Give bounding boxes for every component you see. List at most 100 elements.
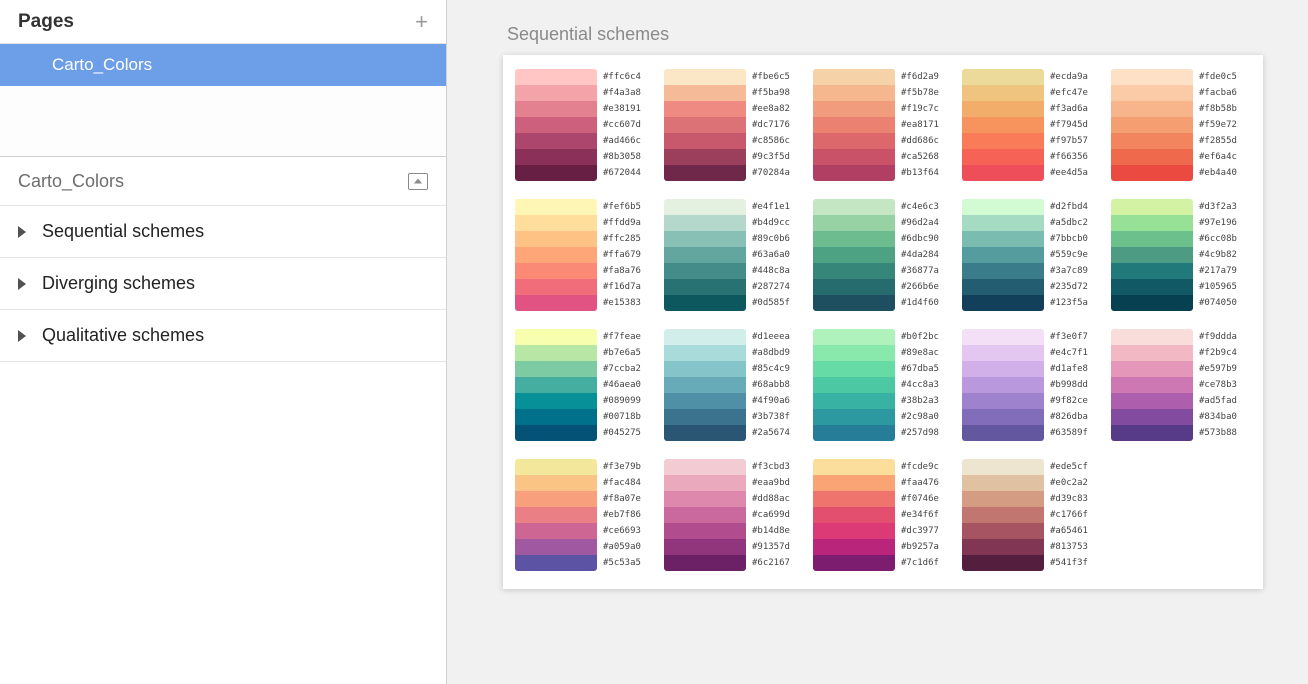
swatch[interactable] bbox=[962, 165, 1044, 181]
swatch[interactable] bbox=[813, 117, 895, 133]
swatch[interactable] bbox=[664, 475, 746, 491]
swatch[interactable] bbox=[813, 199, 895, 215]
swatch[interactable] bbox=[515, 361, 597, 377]
color-scheme[interactable]: #ecda9a#efc47e#f3ad6a#f7945d#f97b57#f663… bbox=[962, 69, 1097, 181]
swatch[interactable] bbox=[813, 231, 895, 247]
swatch[interactable] bbox=[515, 475, 597, 491]
swatch[interactable] bbox=[1111, 149, 1193, 165]
swatch[interactable] bbox=[962, 491, 1044, 507]
swatch[interactable] bbox=[962, 409, 1044, 425]
swatch[interactable] bbox=[813, 409, 895, 425]
swatch[interactable] bbox=[1111, 117, 1193, 133]
swatch[interactable] bbox=[962, 459, 1044, 475]
swatch[interactable] bbox=[664, 149, 746, 165]
swatch[interactable] bbox=[515, 263, 597, 279]
swatch[interactable] bbox=[813, 491, 895, 507]
swatch[interactable] bbox=[813, 459, 895, 475]
swatch[interactable] bbox=[664, 279, 746, 295]
swatch[interactable] bbox=[664, 247, 746, 263]
color-scheme[interactable]: #fde0c5#facba6#f8b58b#f59e72#f2855d#ef6a… bbox=[1111, 69, 1246, 181]
color-scheme[interactable]: #f3e0f7#e4c7f1#d1afe8#b998dd#9f82ce#826d… bbox=[962, 329, 1097, 441]
swatch[interactable] bbox=[515, 199, 597, 215]
color-scheme[interactable]: #ffc6c4#f4a3a8#e38191#cc607d#ad466c#8b30… bbox=[515, 69, 650, 181]
swatch[interactable] bbox=[1111, 247, 1193, 263]
color-scheme[interactable]: #f6d2a9#f5b78e#f19c7c#ea8171#dd686c#ca52… bbox=[813, 69, 948, 181]
layer-row-diverging[interactable]: Diverging schemes bbox=[0, 258, 446, 310]
color-scheme[interactable]: #e4f1e1#b4d9cc#89c0b6#63a6a0#448c8a#2872… bbox=[664, 199, 799, 311]
swatch[interactable] bbox=[515, 215, 597, 231]
swatch[interactable] bbox=[813, 345, 895, 361]
swatch[interactable] bbox=[962, 425, 1044, 441]
swatch[interactable] bbox=[664, 199, 746, 215]
swatch[interactable] bbox=[813, 361, 895, 377]
swatch[interactable] bbox=[515, 117, 597, 133]
swatch[interactable] bbox=[664, 539, 746, 555]
swatch[interactable] bbox=[515, 523, 597, 539]
color-scheme[interactable]: #f7feae#b7e6a5#7ccba2#46aea0#089099#0071… bbox=[515, 329, 650, 441]
swatch[interactable] bbox=[1111, 279, 1193, 295]
swatch[interactable] bbox=[515, 165, 597, 181]
swatch[interactable] bbox=[813, 295, 895, 311]
swatch[interactable] bbox=[1111, 85, 1193, 101]
color-scheme[interactable]: #ede5cf#e0c2a2#d39c83#c1766f#a65461#8137… bbox=[962, 459, 1097, 571]
swatch[interactable] bbox=[813, 539, 895, 555]
color-scheme[interactable]: #fcde9c#faa476#f0746e#e34f6f#dc3977#b925… bbox=[813, 459, 948, 571]
swatch[interactable] bbox=[962, 507, 1044, 523]
swatch[interactable] bbox=[1111, 425, 1193, 441]
swatch[interactable] bbox=[962, 475, 1044, 491]
swatch[interactable] bbox=[515, 69, 597, 85]
color-scheme[interactable]: #d2fbd4#a5dbc2#7bbcb0#559c9e#3a7c89#235d… bbox=[962, 199, 1097, 311]
swatch[interactable] bbox=[1111, 263, 1193, 279]
swatch[interactable] bbox=[962, 555, 1044, 571]
swatch[interactable] bbox=[664, 393, 746, 409]
color-scheme[interactable]: #f3cbd3#eaa9bd#dd88ac#ca699d#b14d8e#9135… bbox=[664, 459, 799, 571]
swatch[interactable] bbox=[813, 329, 895, 345]
swatch[interactable] bbox=[962, 85, 1044, 101]
swatch[interactable] bbox=[664, 555, 746, 571]
swatch[interactable] bbox=[664, 215, 746, 231]
swatch[interactable] bbox=[813, 149, 895, 165]
swatch[interactable] bbox=[1111, 409, 1193, 425]
swatch[interactable] bbox=[515, 295, 597, 311]
swatch[interactable] bbox=[515, 539, 597, 555]
swatch[interactable] bbox=[813, 393, 895, 409]
swatch[interactable] bbox=[962, 361, 1044, 377]
swatch[interactable] bbox=[962, 247, 1044, 263]
color-scheme[interactable]: #b0f2bc#89e8ac#67dba5#4cc8a3#38b2a3#2c98… bbox=[813, 329, 948, 441]
swatch[interactable] bbox=[962, 215, 1044, 231]
canvas[interactable]: Sequential schemes #ffc6c4#f4a3a8#e38191… bbox=[447, 0, 1308, 684]
swatch[interactable] bbox=[664, 345, 746, 361]
swatch[interactable] bbox=[962, 231, 1044, 247]
swatch[interactable] bbox=[515, 247, 597, 263]
swatch[interactable] bbox=[813, 425, 895, 441]
swatch[interactable] bbox=[1111, 295, 1193, 311]
swatch[interactable] bbox=[515, 409, 597, 425]
swatch[interactable] bbox=[515, 555, 597, 571]
collapse-artboard-icon[interactable] bbox=[408, 173, 428, 190]
swatch[interactable] bbox=[515, 507, 597, 523]
page-item-carto-colors[interactable]: Carto_Colors bbox=[0, 44, 446, 86]
swatch[interactable] bbox=[664, 101, 746, 117]
swatch[interactable] bbox=[962, 345, 1044, 361]
swatch[interactable] bbox=[813, 263, 895, 279]
swatch[interactable] bbox=[664, 329, 746, 345]
swatch[interactable] bbox=[813, 69, 895, 85]
swatch[interactable] bbox=[1111, 165, 1193, 181]
swatch[interactable] bbox=[1111, 345, 1193, 361]
swatch[interactable] bbox=[1111, 361, 1193, 377]
swatch[interactable] bbox=[1111, 101, 1193, 117]
artboard-sequential-schemes[interactable]: #ffc6c4#f4a3a8#e38191#cc607d#ad466c#8b30… bbox=[503, 55, 1263, 589]
swatch[interactable] bbox=[962, 377, 1044, 393]
swatch[interactable] bbox=[962, 393, 1044, 409]
swatch[interactable] bbox=[515, 329, 597, 345]
swatch[interactable] bbox=[962, 263, 1044, 279]
swatch[interactable] bbox=[962, 133, 1044, 149]
swatch[interactable] bbox=[962, 69, 1044, 85]
swatch[interactable] bbox=[515, 425, 597, 441]
swatch[interactable] bbox=[664, 523, 746, 539]
color-scheme[interactable]: #fef6b5#ffdd9a#ffc285#ffa679#fa8a76#f16d… bbox=[515, 199, 650, 311]
swatch[interactable] bbox=[664, 459, 746, 475]
swatch[interactable] bbox=[1111, 133, 1193, 149]
layer-row-sequential[interactable]: Sequential schemes bbox=[0, 206, 446, 258]
swatch[interactable] bbox=[515, 101, 597, 117]
